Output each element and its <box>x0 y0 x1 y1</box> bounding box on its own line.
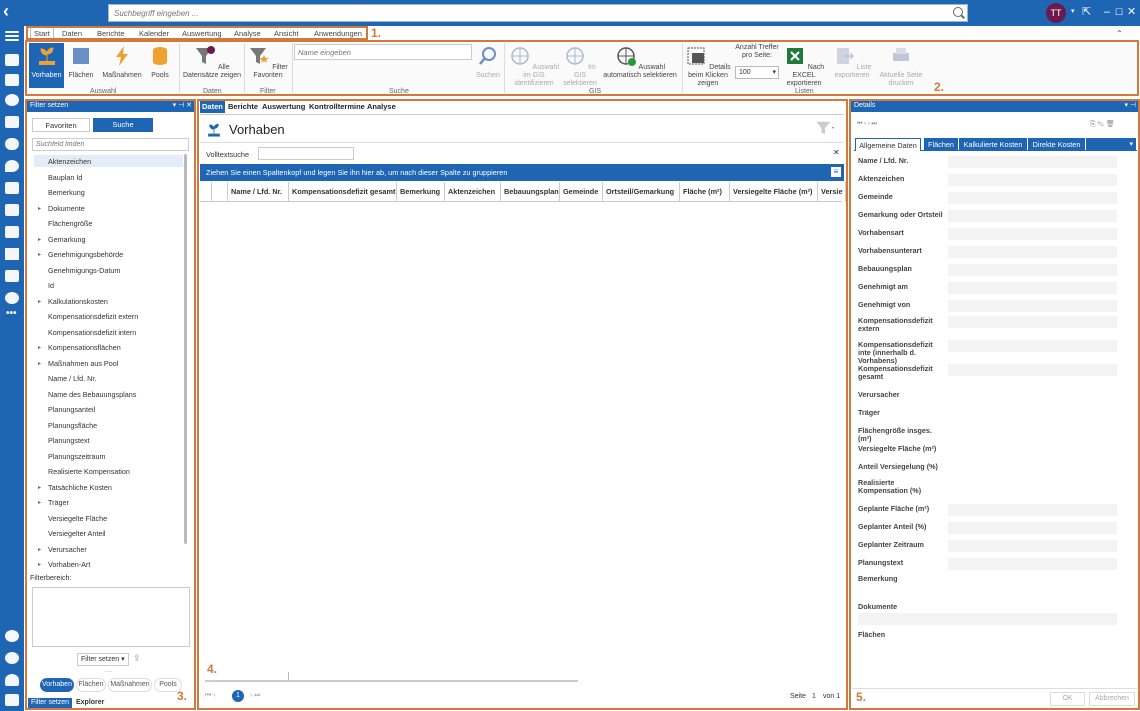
gear-icon[interactable] <box>5 652 19 664</box>
highlight-4 <box>197 99 848 710</box>
chevron-down-icon[interactable]: ▾ <box>1071 5 1075 19</box>
water-drop-icon[interactable] <box>5 292 19 304</box>
book-icon[interactable] <box>5 270 19 282</box>
popout-icon[interactable]: ⇱ <box>1082 5 1091 19</box>
document-icon[interactable] <box>5 116 19 128</box>
minimize-icon[interactable]: – <box>1104 5 1110 19</box>
avatar[interactable]: TT <box>1046 3 1066 23</box>
global-search[interactable] <box>108 4 968 22</box>
highlight-2 <box>25 40 1139 96</box>
label-4: 4. <box>207 662 218 676</box>
close-icon[interactable]: ✕ <box>1127 5 1136 19</box>
building-icon[interactable] <box>5 182 19 194</box>
user-icon[interactable] <box>5 674 19 686</box>
highlight-5 <box>849 99 1140 710</box>
map-icon[interactable] <box>5 74 19 86</box>
label-2: 2. <box>934 80 945 94</box>
title-bar: ‹ TT ▾ ⇱ – ☐ ✕ <box>0 0 1140 26</box>
collapse-ribbon-icon[interactable]: ⌃ <box>1116 29 1123 38</box>
maximize-icon[interactable]: ☐ <box>1115 5 1123 19</box>
map-book-icon[interactable] <box>5 54 19 66</box>
more-icon[interactable]: ••• <box>6 308 17 319</box>
hamburger-icon[interactable] <box>5 31 19 33</box>
people-icon[interactable] <box>5 138 19 150</box>
tree-icon[interactable] <box>5 94 19 106</box>
nav-sidebar: ••• <box>0 26 24 711</box>
search-input[interactable] <box>109 5 949 21</box>
download-icon[interactable] <box>5 204 19 216</box>
back-arrow-icon[interactable]: ‹ <box>3 2 21 21</box>
search-icon[interactable] <box>953 7 963 17</box>
highlight-1 <box>26 26 368 40</box>
road-icon[interactable] <box>5 248 19 260</box>
contract-icon[interactable] <box>5 226 19 238</box>
dashboard-icon[interactable] <box>5 630 19 642</box>
highlight-3 <box>25 99 196 710</box>
label-5: 5. <box>856 690 867 704</box>
layers-icon[interactable] <box>5 694 19 706</box>
label-1: 1. <box>371 26 382 40</box>
location-pin-icon[interactable] <box>5 160 19 172</box>
label-3: 3. <box>177 689 188 703</box>
